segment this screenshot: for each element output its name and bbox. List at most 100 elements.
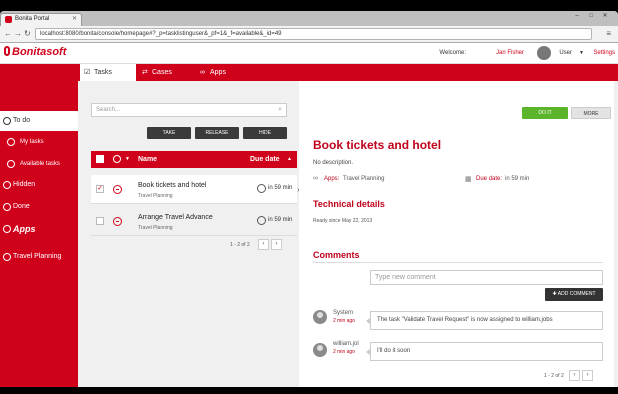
sidebar-item-available-tasks[interactable]: Available tasks (0, 154, 78, 174)
sort-icon[interactable]: ▲ (287, 151, 292, 168)
sidebar-item-my-tasks[interactable]: My tasks (0, 132, 78, 152)
comment-author: william.jol (333, 341, 359, 347)
take-button[interactable]: TAKE (147, 127, 191, 139)
link-icon: ∞ (200, 69, 205, 76)
caret-down-icon[interactable]: ▼ (579, 50, 584, 56)
priority-icon (113, 217, 122, 226)
logo: Bonitasoft (4, 46, 66, 58)
logo-text: Bonitasoft (12, 46, 67, 58)
task-name: Arrange Travel Advance (138, 214, 213, 221)
pager-label: 1 - 2 of 2 (230, 242, 250, 248)
add-comment-label: ADD COMMENT (557, 291, 596, 297)
page-title: Book tickets and hotel (313, 138, 442, 152)
row-checkbox[interactable]: ✓ (96, 185, 104, 193)
done-icon (3, 203, 11, 211)
select-all-checkbox[interactable] (96, 155, 104, 163)
maximize-icon[interactable]: □ (584, 11, 598, 21)
tab-label: Tasks (94, 69, 112, 76)
reload-icon[interactable]: ↻ (24, 29, 31, 38)
sidebar-item-hidden[interactable]: Hidden (0, 175, 78, 195)
settings-link[interactable]: Settings (593, 50, 615, 56)
divider (313, 262, 603, 263)
clock-icon (257, 184, 266, 193)
task-app: Travel Planning (138, 225, 173, 231)
due-date-label: Due date: (476, 176, 503, 182)
hide-button[interactable]: HIDE (243, 127, 287, 139)
sidebar-item-label: Available tasks (20, 161, 60, 167)
tab-cases[interactable]: ⇄ Cases (138, 64, 194, 81)
browser-tab[interactable]: Bonita Portal ✕ (0, 13, 82, 26)
table-row[interactable]: Arrange Travel Advance Travel Planning i… (91, 207, 297, 236)
main-nav: ☑ Tasks ⇄ Cases ∞ Apps (0, 64, 618, 81)
close-tab-icon[interactable]: ✕ (72, 14, 77, 25)
apps-label: Apps: (324, 176, 340, 182)
column-header-due-date[interactable]: Due date (250, 151, 280, 168)
arrow-right-icon[interactable]: → (14, 29, 22, 38)
row-checkbox[interactable] (96, 217, 104, 225)
browser-tab-title: Bonita Portal (15, 16, 50, 22)
browser-window: Bonita Portal ✕ – □ ✕ ← → ↻ localhost:8080… (0, 11, 618, 387)
new-comment-input[interactable]: Type new comment (370, 270, 603, 285)
browser-tabstrip: Bonita Portal ✕ – □ ✕ (0, 11, 618, 26)
search-icon[interactable]: ⌕ (278, 104, 282, 116)
comment-text: I'll do it soon (366, 342, 603, 361)
minimize-icon[interactable]: – (570, 11, 584, 21)
ready-since-text: Ready since May 22, 2013 (313, 218, 373, 224)
content-area: To do My tasks Available tasks Hidden Do… (0, 81, 618, 387)
avatar (313, 310, 327, 324)
browser-menu-icon[interactable]: ≡ (606, 29, 611, 38)
apps-value: Travel Planning (343, 176, 385, 182)
window-controls: – □ ✕ (570, 11, 612, 23)
user-menu[interactable]: User (559, 50, 572, 56)
taskbar (0, 387, 618, 394)
task-list-panel: Search... ⌕ TAKE RELEASE HIDE ▼ Name Due… (86, 81, 300, 387)
do-it-button[interactable]: DO IT (522, 107, 568, 119)
next-page-button[interactable]: › (582, 370, 593, 381)
task-app: Travel Planning (138, 193, 173, 199)
task-description: No description. (313, 160, 354, 166)
release-button[interactable]: RELEASE (195, 127, 239, 139)
tab-label: Cases (152, 69, 172, 76)
address-bar: ← → ↻ localhost:8080/bonita/console/home… (0, 26, 618, 43)
sidebar: To do My tasks Available tasks Hidden Do… (0, 81, 78, 387)
apps-icon (3, 225, 11, 233)
avatar (313, 343, 327, 357)
priority-icon (113, 185, 122, 194)
caret-down-icon[interactable]: ▼ (125, 151, 130, 168)
arrow-left-icon[interactable]: ← (4, 29, 12, 38)
task-name: Book tickets and hotel (138, 182, 207, 189)
url-field[interactable]: localhost:8080/bonita/console/homepage#?… (35, 28, 592, 40)
user-icon (7, 138, 15, 146)
tab-apps[interactable]: ∞ Apps (196, 64, 252, 81)
clock-icon (257, 216, 266, 225)
sidebar-heading-apps: Apps (0, 219, 78, 239)
next-page-button[interactable]: › (271, 239, 282, 250)
tab-label: Apps (210, 69, 226, 76)
add-comment-button[interactable]: ✚ ADD COMMENT (545, 288, 603, 301)
column-header-name[interactable]: Name (138, 151, 157, 168)
table-row[interactable]: ✓ Book tickets and hotel Travel Planning… (91, 175, 297, 204)
comment-time: 2 min ago (333, 349, 355, 355)
shuffle-icon: ⇄ (142, 69, 148, 76)
comment-time: 2 min ago (333, 318, 355, 324)
task-list-header: ▼ Name Due date ▲ (91, 151, 297, 168)
hidden-icon (3, 181, 11, 189)
task-due: in 59 min (268, 185, 293, 191)
comments-heading: Comments (313, 250, 360, 260)
pager-label: 1 - 2 of 2 (544, 373, 564, 379)
tab-tasks[interactable]: ☑ Tasks (80, 64, 136, 81)
prev-page-button[interactable]: ‹ (569, 370, 580, 381)
more-button[interactable]: MORE (571, 107, 611, 119)
priority-filter-icon[interactable] (113, 155, 121, 163)
sidebar-item-todo[interactable]: To do (0, 111, 78, 131)
sidebar-item-travel-planning[interactable]: Travel Planning (0, 247, 78, 267)
sidebar-item-label: My tasks (20, 139, 44, 145)
prev-page-button[interactable]: ‹ (258, 239, 269, 250)
link-icon: ∞ (313, 175, 318, 182)
app-header: Bonitasoft Welcome: Jan Fisher User ▼ Se… (0, 43, 618, 64)
sidebar-item-done[interactable]: Done (0, 197, 78, 217)
calendar-icon: ▦ (465, 176, 472, 183)
close-window-icon[interactable]: ✕ (598, 11, 612, 21)
search-input[interactable]: Search... ⌕ (91, 103, 287, 117)
avatar[interactable] (537, 46, 551, 60)
